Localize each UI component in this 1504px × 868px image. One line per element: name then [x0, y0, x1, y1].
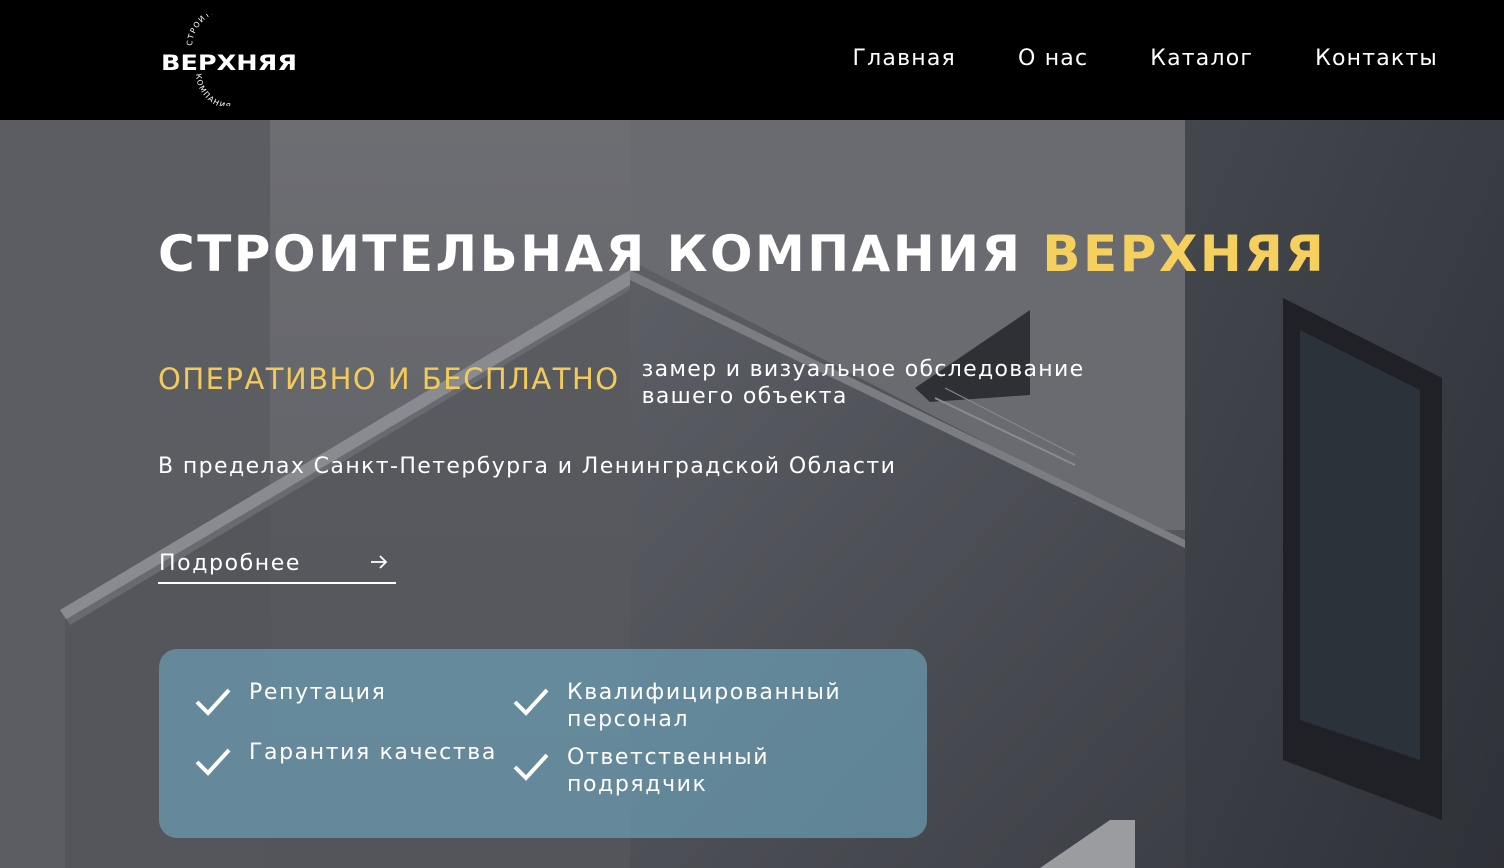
feature-item: Квалифицированный персонал [511, 679, 867, 733]
more-button[interactable]: Подробнее [158, 548, 396, 584]
main-nav: Главная О нас Каталог Контакты [853, 44, 1438, 74]
hero-title: СТРОИТЕЛЬНАЯ КОМПАНИЯ ВЕРХНЯЯ [158, 224, 1326, 284]
feature-item: Ответственный подрядчик [511, 744, 867, 798]
feature-label: Квалифицированный персонал [567, 680, 842, 732]
checkmark-icon [513, 753, 549, 781]
nav-link-home[interactable]: Главная [853, 44, 956, 74]
nav-link-catalog[interactable]: Каталог [1150, 44, 1253, 74]
nav-link-contacts[interactable]: Контакты [1315, 44, 1438, 74]
logo-arc-bottom: КОМПАНИЯ [194, 73, 233, 106]
service-region: В пределах Санкт-Петербурга и Ленинградс… [158, 454, 897, 479]
feature-label: Репутация [249, 680, 387, 705]
feature-item: Репутация [193, 679, 549, 719]
logo-wordmark: ВЕРХНЯЯ [161, 51, 297, 75]
feature-label: Ответственный подрядчик [567, 745, 770, 797]
checkmark-icon [195, 748, 231, 776]
logo-mark: СТРОИТЕЛЬНАЯ ВЕРХНЯЯ КОМПАНИЯ [161, 14, 297, 106]
nav-link-about[interactable]: О нас [1018, 44, 1088, 74]
hero-section: СТРОИТЕЛЬНАЯ КОМПАНИЯ ВЕРХНЯЯ ОПЕРАТИВНО… [0, 120, 1504, 868]
offer-highlight: ОПЕРАТИВНО И БЕСПЛАТНО [158, 362, 620, 396]
features-panel: Репутация Квалифицированный персонал Гар… [159, 649, 927, 838]
offer-row: ОПЕРАТИВНО И БЕСПЛАТНО замер и визуально… [158, 356, 1142, 410]
hero-title-accent: ВЕРХНЯЯ [1042, 225, 1327, 283]
site-header: СТРОИТЕЛЬНАЯ ВЕРХНЯЯ КОМПАНИЯ Главная О … [0, 0, 1504, 120]
checkmark-icon [513, 688, 549, 716]
logo-arc-top: СТРОИТЕЛЬНАЯ [185, 14, 252, 46]
offer-description: замер и визуальное обследование вашего о… [641, 357, 1085, 409]
company-logo[interactable]: СТРОИТЕЛЬНАЯ ВЕРХНЯЯ КОМПАНИЯ [156, 14, 302, 106]
checkmark-icon [195, 688, 231, 716]
hero-title-main: СТРОИТЕЛЬНАЯ КОМПАНИЯ [158, 225, 1043, 283]
feature-item: Гарантия качества [193, 739, 549, 779]
more-button-label: Подробнее [159, 551, 302, 576]
arrow-right-icon [371, 555, 388, 569]
feature-label: Гарантия качества [249, 740, 497, 765]
